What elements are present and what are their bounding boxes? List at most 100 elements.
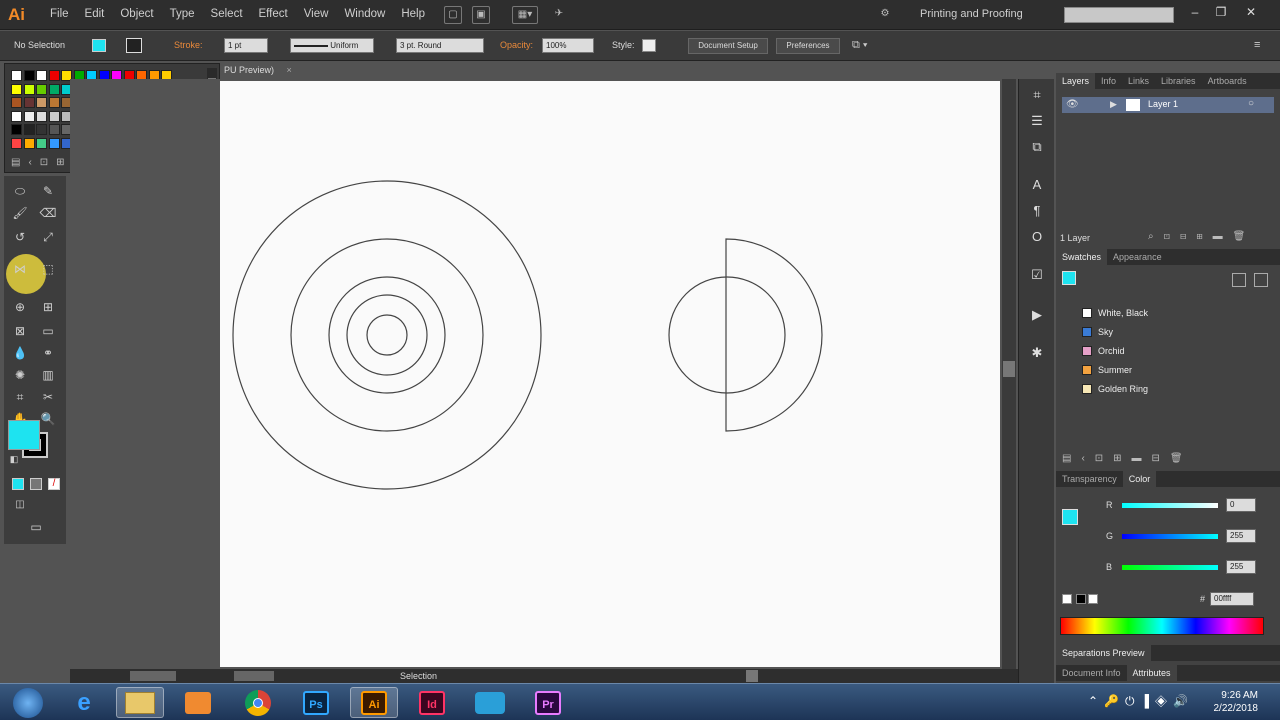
swatch[interactable] [48,97,60,108]
artboard-nav[interactable] [234,671,274,681]
swatch[interactable] [11,110,22,122]
ellipse-tool-icon[interactable]: ⬭ [10,182,30,200]
swatch[interactable] [48,70,60,81]
document-tab[interactable]: PU Preview) × [220,63,310,78]
tab-libraries[interactable]: Libraries [1155,73,1202,89]
rotate-tool-icon[interactable]: ↺ [10,228,30,246]
width-tool-icon[interactable]: ⋈ [10,260,30,278]
tab-separations-preview[interactable]: Separations Preview [1056,645,1151,661]
align-icon[interactable]: ☰ [1027,111,1047,131]
menu-edit[interactable]: Edit [77,8,113,20]
restore-button[interactable]: ❐ [1210,4,1232,20]
arrange-icon[interactable]: ⧉ ▾ [852,39,868,52]
swatch[interactable] [48,83,60,95]
gradient-tool-icon[interactable]: ▭ [38,322,58,340]
swatch[interactable] [48,110,60,122]
arrange-documents-icon[interactable]: ▦▾ [512,6,538,24]
stroke-weight-field[interactable]: 1 pt [224,38,268,53]
symbol-sprayer-tool-icon[interactable]: ✺ [10,366,30,384]
graphic-style-swatch[interactable] [642,39,656,52]
b-slider[interactable] [1122,565,1218,570]
internet-explorer-icon[interactable]: e [60,687,108,718]
concentric-circle-5[interactable] [366,314,408,356]
fill-swatch[interactable] [92,39,106,52]
zoom-field[interactable] [130,671,176,681]
menu-window[interactable]: Window [336,8,393,20]
brush-definition[interactable]: 3 pt. Round [396,38,484,53]
layer-row[interactable]: 👁 ▶ Layer 1 ○ [1062,97,1274,113]
swatch[interactable] [36,97,47,108]
target-icon[interactable]: ○ [1248,98,1254,109]
document-setup-button[interactable]: Document Setup [688,38,768,54]
menu-type[interactable]: Type [162,8,203,20]
column-graph-tool-icon[interactable]: ▥ [38,366,58,384]
paragraph-icon[interactable]: ¶ [1027,201,1047,221]
swatch[interactable] [11,137,22,149]
tab-transparency[interactable]: Transparency [1056,471,1123,487]
close-button[interactable]: ✕ [1240,4,1262,20]
swatch[interactable] [23,110,35,122]
screen-mode-icon[interactable]: ▭ [26,518,46,536]
menu-help[interactable]: Help [393,8,433,20]
image-trace-icon[interactable]: ☑ [1027,265,1047,285]
opentype-icon[interactable]: O [1027,227,1047,247]
layer-name[interactable]: Layer 1 [1148,99,1178,109]
white-color-icon[interactable] [1088,594,1098,604]
stroke-label[interactable]: Stroke: [174,40,203,50]
color-fill-box[interactable] [1062,509,1078,525]
paintbrush-tool-icon[interactable]: 🖌 [10,204,30,222]
menu-select[interactable]: Select [203,8,251,20]
menu-object[interactable]: Object [112,8,161,20]
scale-tool-icon[interactable]: ⤢ [38,228,58,246]
preferences-button[interactable]: Preferences [776,38,840,54]
r-value[interactable]: 0 [1226,498,1256,512]
stock-icon[interactable]: ▣ [472,6,490,24]
tab-layers[interactable]: Layers [1056,73,1096,89]
horizontal-scrollbar[interactable] [70,669,1018,683]
grid-view-icon[interactable] [1254,273,1268,287]
symbols-icon[interactable]: ✱ [1027,343,1047,363]
color-spectrum[interactable] [1060,617,1264,635]
small-circle[interactable] [668,276,786,394]
draw-normal-icon[interactable]: ◫ [10,496,30,514]
swatch-group-row[interactable]: Summer [1078,362,1268,378]
minimize-button[interactable]: ‒ [1184,4,1206,20]
artboard-tool-icon[interactable]: ⌗ [10,388,30,406]
tab-attributes[interactable]: Attributes [1126,665,1177,681]
opacity-field[interactable]: 100% [542,38,594,53]
start-button[interactable] [4,687,52,718]
opacity-label[interactable]: Opacity: [500,40,533,50]
search-input[interactable] [1064,7,1174,23]
swatch[interactable] [36,83,47,95]
gpu-performance-icon[interactable]: ✈ [550,6,568,24]
swatch[interactable] [11,83,22,95]
slice-tool-icon[interactable]: ✂ [38,388,58,406]
file-explorer-icon[interactable] [116,687,164,718]
swatch-group-row[interactable]: Orchid [1078,343,1268,359]
b-value[interactable]: 255 [1226,560,1256,574]
r-slider[interactable] [1122,503,1218,508]
swatch[interactable] [23,124,35,135]
mesh-tool-icon[interactable]: ⊠ [10,322,30,340]
pathfinder-icon[interactable]: ⧉ [1027,137,1047,157]
black-color-icon[interactable] [1076,594,1086,604]
blend-tool-icon[interactable]: ⚭ [38,344,58,362]
tab-document-info[interactable]: Document Info [1056,665,1127,681]
layers-footer-icons[interactable]: ⌕⊡⊟⊞▬🗑 [1148,231,1255,242]
swatch[interactable] [36,137,47,149]
tab-artboards[interactable]: Artboards [1202,73,1253,89]
concentric-circle-1[interactable] [232,180,542,490]
color-mode-icon[interactable] [12,478,24,490]
tab-swatches[interactable]: Swatches [1056,249,1108,265]
tab-info[interactable]: Info [1095,73,1122,89]
g-slider[interactable] [1122,534,1218,539]
swatch[interactable] [36,124,47,135]
swatch[interactable] [23,83,35,95]
expand-layer-icon[interactable]: ▶ [1110,99,1117,110]
menu-view[interactable]: View [296,8,337,20]
swatch-group-row[interactable]: Golden Ring [1078,381,1268,397]
chrome-icon[interactable] [234,687,282,718]
free-transform-tool-icon[interactable]: ⬚ [38,260,58,278]
menu-file[interactable]: File [42,8,77,20]
swatch-fill-preview[interactable] [1062,271,1076,285]
